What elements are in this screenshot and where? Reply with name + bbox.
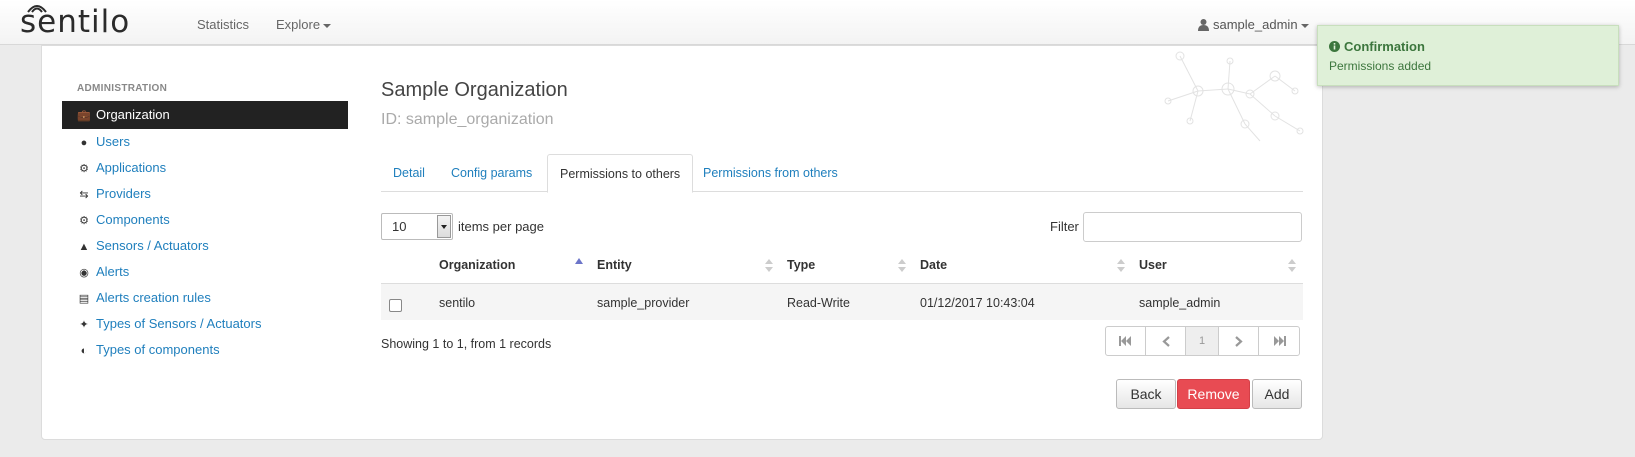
sort-icon	[1117, 259, 1125, 273]
add-button[interactable]: Add	[1252, 379, 1302, 409]
sort-ascending-icon	[575, 258, 583, 264]
sort-icon	[898, 259, 906, 273]
pagination: 1	[1105, 326, 1300, 356]
toast-title: Confirmation	[1329, 39, 1425, 54]
column-header-type[interactable]: Type	[787, 258, 815, 272]
items-per-page-value: 10	[392, 219, 407, 234]
cell-organization: sentilo	[439, 296, 476, 310]
tab-permissions-to-others[interactable]: Permissions to others	[547, 154, 694, 193]
server-icon: ▤	[78, 293, 90, 305]
sidebar-item-types-sensors-actuators[interactable]: ✦ Types of Sensors / Actuators	[62, 311, 348, 337]
cell-entity: sample_provider	[597, 296, 690, 310]
briefcase-icon: 💼	[77, 110, 91, 122]
chevron-down-icon	[1300, 23, 1309, 28]
records-summary: Showing 1 to 1, from 1 records	[381, 337, 552, 351]
tab-detail[interactable]: Detail	[381, 154, 437, 192]
first-page-button[interactable]	[1106, 327, 1146, 355]
back-button[interactable]: Back	[1116, 379, 1176, 409]
cell-date: 01/12/2017 10:43:04	[920, 296, 1035, 310]
user-icon	[1198, 19, 1209, 31]
first-page-icon	[1119, 336, 1131, 346]
sidebar-item-label: Organization	[96, 107, 170, 122]
chevron-left-icon	[1161, 335, 1170, 347]
sentilo-logo[interactable]: sentilo	[20, 4, 130, 40]
gear-icon: ⚙	[79, 163, 89, 175]
row-checkbox[interactable]	[389, 299, 402, 312]
half-circle-icon: ◐	[80, 345, 88, 357]
sidebar-item-label: Types of Sensors / Actuators	[96, 316, 262, 331]
confirmation-toast[interactable]: Confirmation Permissions added	[1317, 25, 1619, 86]
sidebar-item-users[interactable]: ● Users	[62, 129, 348, 155]
sort-icon	[1288, 259, 1296, 273]
cell-type: Read-Write	[787, 296, 850, 310]
column-header-entity[interactable]: Entity	[597, 258, 632, 272]
column-header-organization[interactable]: Organization	[439, 258, 515, 272]
flask-icon: ▲	[78, 241, 90, 253]
chevron-right-icon	[1234, 335, 1243, 347]
gears-icon: ⚙	[79, 215, 89, 227]
sidebar-item-label: Alerts	[96, 264, 130, 279]
sidebar-header: ADMINISTRATION	[77, 83, 168, 94]
tab-config-params[interactable]: Config params	[439, 154, 544, 192]
nav-statistics-link[interactable]: Statistics	[197, 17, 249, 32]
sidebar-item-sensors-actuators[interactable]: ▲ Sensors / Actuators	[62, 233, 348, 259]
sidebar-item-providers[interactable]: ⇆ Providers	[62, 181, 348, 207]
user-menu-name: sample_admin	[1213, 17, 1298, 32]
nav-explore-dropdown[interactable]: Explore	[276, 17, 332, 32]
sidebar-item-label: Alerts creation rules	[96, 290, 211, 305]
user-icon: ●	[80, 137, 88, 149]
cell-user: sample_admin	[1139, 296, 1221, 310]
sidebar-item-applications[interactable]: ⚙ Applications	[62, 155, 348, 181]
page-title: Sample Organization	[381, 79, 568, 101]
last-page-icon	[1273, 336, 1286, 346]
tab-bar: Detail Config params Permissions to othe…	[381, 154, 1303, 193]
wrench-icon: ✦	[79, 319, 89, 331]
toast-title-text: Confirmation	[1344, 39, 1425, 54]
sidebar-item-label: Sensors / Actuators	[96, 238, 209, 253]
chevron-down-icon[interactable]	[437, 215, 451, 238]
sort-icon	[765, 259, 773, 273]
sidebar-item-label: Applications	[96, 160, 167, 175]
sidebar-item-label: Providers	[96, 186, 151, 201]
column-header-date[interactable]: Date	[920, 258, 947, 272]
sidebar-item-alerts[interactable]: ◉ Alerts	[62, 259, 348, 285]
filter-label: Filter	[1050, 219, 1079, 234]
filter-input[interactable]	[1083, 212, 1302, 242]
tab-permissions-from-others[interactable]: Permissions from others	[691, 154, 850, 192]
arrows-exchange-icon: ⇆	[79, 189, 89, 201]
nav-explore-label: Explore	[276, 17, 321, 32]
items-per-page-label: items per page	[458, 219, 544, 234]
sidebar-item-label: Types of components	[96, 342, 220, 357]
current-page[interactable]: 1	[1186, 327, 1219, 355]
last-page-button[interactable]	[1259, 327, 1299, 355]
remove-button[interactable]: Remove	[1177, 379, 1250, 409]
organization-id: ID: sample_organization	[381, 111, 554, 128]
next-page-button[interactable]	[1219, 327, 1259, 355]
info-circle-icon	[1329, 41, 1340, 52]
previous-page-button[interactable]	[1146, 327, 1186, 355]
column-header-user[interactable]: User	[1139, 258, 1167, 272]
sidebar-item-types-components[interactable]: ◐ Types of components	[62, 337, 348, 363]
sidebar-item-label: Users	[96, 134, 130, 149]
sidebar-item-alerts-creation-rules[interactable]: ▤ Alerts creation rules	[62, 285, 348, 311]
bell-icon: ◉	[79, 267, 89, 279]
toast-message: Permissions added	[1329, 59, 1432, 73]
chevron-down-icon	[323, 23, 332, 28]
sidebar-item-components[interactable]: ⚙ Components	[62, 207, 348, 233]
sidebar-item-organization[interactable]: 💼 Organization	[62, 101, 348, 129]
sidebar-item-label: Components	[96, 212, 170, 227]
user-menu-dropdown[interactable]: sample_admin	[1198, 17, 1309, 32]
items-per-page-select[interactable]: 10	[381, 213, 453, 240]
network-decoration-icon	[1164, 51, 1304, 142]
